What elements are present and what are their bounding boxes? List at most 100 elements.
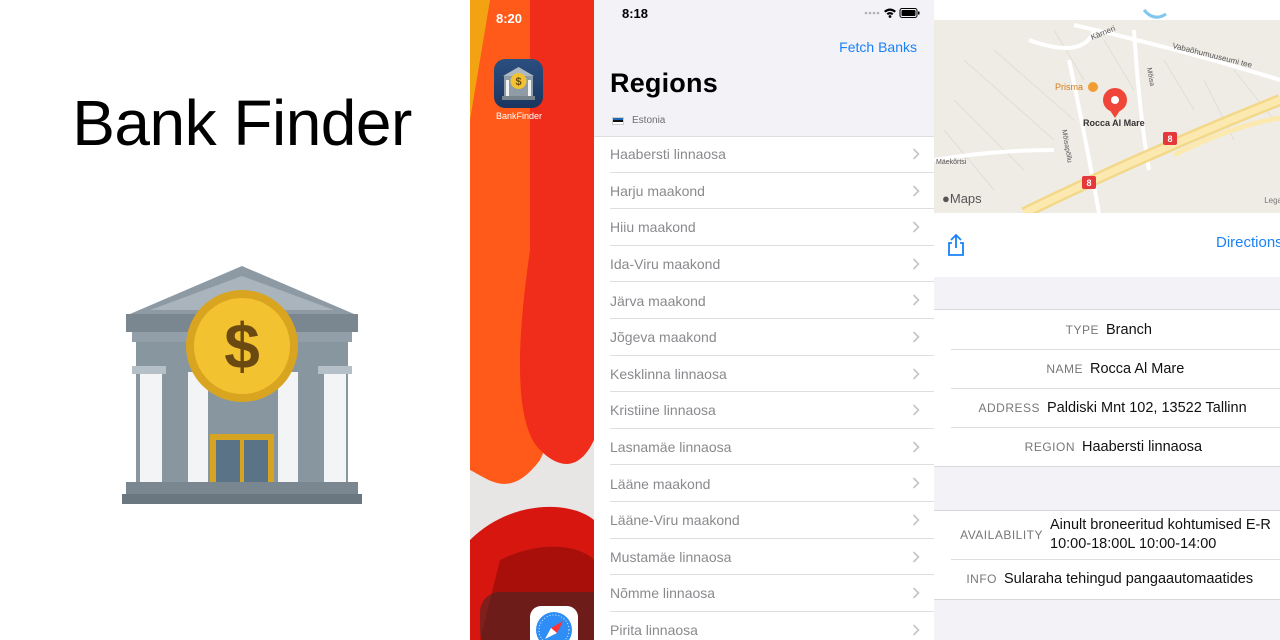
map-canvas: Kärneri Vabaõhumuuseumi tee Mõisa Mõisap… — [934, 0, 1280, 213]
poi-label: Prisma — [1055, 82, 1083, 92]
status-time: 8:18 — [622, 6, 649, 21]
region-label: Harju maakond — [610, 182, 705, 199]
chevron-right-icon — [912, 148, 920, 160]
address-row: ADDRESS Paldiski Mnt 102, 13522 Tallinn — [934, 388, 1280, 427]
region-label: Nõmme linnaosa — [610, 585, 716, 602]
info-key: INFO — [966, 572, 997, 586]
chevron-right-icon — [912, 221, 920, 233]
svg-text:$: $ — [515, 76, 521, 88]
availability-group: AVAILABILITY Ainult broneeritud kohtumis… — [934, 510, 1280, 600]
type-key: TYPE — [1065, 322, 1099, 337]
availability-key: AVAILABILITY — [960, 528, 1043, 542]
address-value: Paldiski Mnt 102, 13522 Tallinn — [1047, 399, 1247, 416]
bankfinder-app-icon[interactable]: $ — [494, 59, 543, 108]
app-label: BankFinder — [495, 111, 543, 121]
bank-info-group: TYPE Branch NAME Rocca Al Mare ADDRESS P… — [934, 309, 1280, 467]
road-badge-icon: 8 — [1082, 176, 1096, 189]
chevron-right-icon — [912, 404, 920, 416]
type-row: TYPE Branch — [934, 310, 1280, 349]
chevron-right-icon — [912, 331, 920, 343]
region-row[interactable]: Haabersti linnaosa — [594, 136, 934, 173]
chevron-right-icon — [912, 550, 920, 563]
chevron-right-icon — [912, 477, 920, 489]
region-label: Haabersti linnaosa — [610, 146, 726, 163]
pin-label: Rocca Al Mare — [1083, 118, 1145, 128]
region-row: REGION Haabersti linnaosa — [934, 427, 1280, 466]
region-row[interactable]: Lääne maakond — [594, 465, 934, 502]
chevron-right-icon — [912, 367, 920, 380]
region-label: Kesklinna linnaosa — [610, 365, 727, 382]
promo-title: Bank Finder — [72, 87, 412, 159]
type-value: Branch — [1106, 321, 1152, 338]
status-time: 8:20 — [496, 11, 523, 26]
region-row[interactable]: Lasnamäe linnaosa — [594, 429, 934, 466]
signal-icon — [864, 11, 880, 15]
region-label: Pirita linnaosa — [610, 622, 698, 639]
region-label: Lääne maakond — [610, 475, 711, 492]
region-label: Hiiu maakond — [610, 219, 696, 236]
section-header: Estonia — [612, 115, 665, 126]
legal-link[interactable]: Lega — [1264, 196, 1280, 205]
bank-detail-screen: Kärneri Vabaõhumuuseumi tee Mõisa Mõisap… — [934, 0, 1280, 640]
name-key: NAME — [1046, 361, 1083, 376]
region-row[interactable]: Ida-Viru maakond — [594, 246, 934, 283]
region-list: Haabersti linnaosa Harju maakond Hiiu maak… — [594, 136, 934, 640]
availability-value: Ainult broneeritud kohtumised E-R 10:00-… — [1050, 517, 1271, 552]
info-value: Sularaha tehingud pangaautomaatides — [1004, 571, 1254, 587]
name-row: NAME Rocca Al Mare — [934, 349, 1280, 388]
bank-dollar-icon: $ — [502, 67, 535, 100]
page-title: Regions — [610, 68, 718, 98]
section-header-label: Estonia — [632, 115, 666, 126]
region-label: Kristiine linnaosa — [610, 402, 716, 419]
promo-panel: Bank Finder $ — [0, 0, 470, 640]
chevron-right-icon — [912, 258, 920, 270]
safari-icon[interactable] — [530, 606, 578, 640]
region-row[interactable]: Hiiu maakond — [594, 209, 934, 246]
info-row: INFO Sularaha tehingud pangaautomaatides — [934, 559, 1280, 599]
region-row[interactable]: Lääne-Viru maakond — [594, 502, 934, 539]
svg-text:8: 8 — [1167, 134, 1172, 144]
chevron-right-icon — [912, 185, 920, 197]
fetch-banks-button[interactable]: Fetch Banks — [839, 39, 917, 55]
chevron-right-icon — [912, 514, 920, 526]
region-label: Ida-Viru maakond — [610, 256, 721, 273]
region-label: Mustamäe linnaosa — [610, 548, 732, 565]
availability-row: AVAILABILITY Ainult broneeritud kohtumis… — [934, 511, 1280, 559]
status-icons — [864, 8, 920, 18]
estonia-flag-icon — [612, 116, 624, 125]
region-row[interactable]: Pirita linnaosa — [594, 612, 934, 640]
battery-icon — [899, 8, 920, 18]
region-row[interactable]: Järva maakond — [594, 282, 934, 319]
chevron-right-icon — [912, 441, 920, 453]
region-row[interactable]: Kesklinna linnaosa — [594, 356, 934, 393]
share-icon[interactable] — [946, 233, 966, 257]
name-value: Rocca Al Mare — [1090, 360, 1185, 377]
directions-button[interactable]: Directions — [1216, 234, 1280, 251]
region-row[interactable]: Harju maakond — [594, 173, 934, 210]
poi-icon — [1088, 82, 1098, 92]
region-row[interactable]: Jõgeva maakond — [594, 319, 934, 356]
wifi-icon — [884, 8, 896, 18]
chevron-right-icon — [912, 624, 920, 636]
map-view[interactable]: Kärneri Vabaõhumuuseumi tee Mõisa Mõisap… — [934, 0, 1280, 213]
region-row[interactable]: Kristiine linnaosa — [594, 392, 934, 429]
road-badge-icon: 8 — [1163, 132, 1177, 145]
region-value: Haabersti linnaosa — [1082, 438, 1203, 455]
region-label: Lasnamäe linnaosa — [610, 439, 732, 456]
region-label: Järva maakond — [610, 292, 706, 309]
address-key: ADDRESS — [978, 400, 1040, 415]
region-key: REGION — [1024, 439, 1075, 454]
svg-text:8: 8 — [1086, 178, 1091, 188]
chevron-right-icon — [912, 587, 920, 599]
apple-icon: ● — [942, 191, 950, 206]
svg-text:$: $ — [224, 310, 260, 382]
street-label: Mäekõrtsi — [936, 159, 967, 166]
region-row[interactable]: Nõmme linnaosa — [594, 575, 934, 612]
bank-dollar-icon: $ — [122, 266, 362, 504]
region-label: Lääne-Viru maakond — [610, 512, 740, 529]
maps-logo: ●Maps — [942, 191, 982, 206]
region-label: Jõgeva maakond — [610, 329, 717, 346]
regions-screen: 8:18 Fetch Banks Regions Estonia Haabers… — [594, 0, 934, 640]
region-row[interactable]: Mustamäe linnaosa — [594, 539, 934, 576]
home-screen: 8:20 $ BankFinder — [470, 0, 594, 640]
